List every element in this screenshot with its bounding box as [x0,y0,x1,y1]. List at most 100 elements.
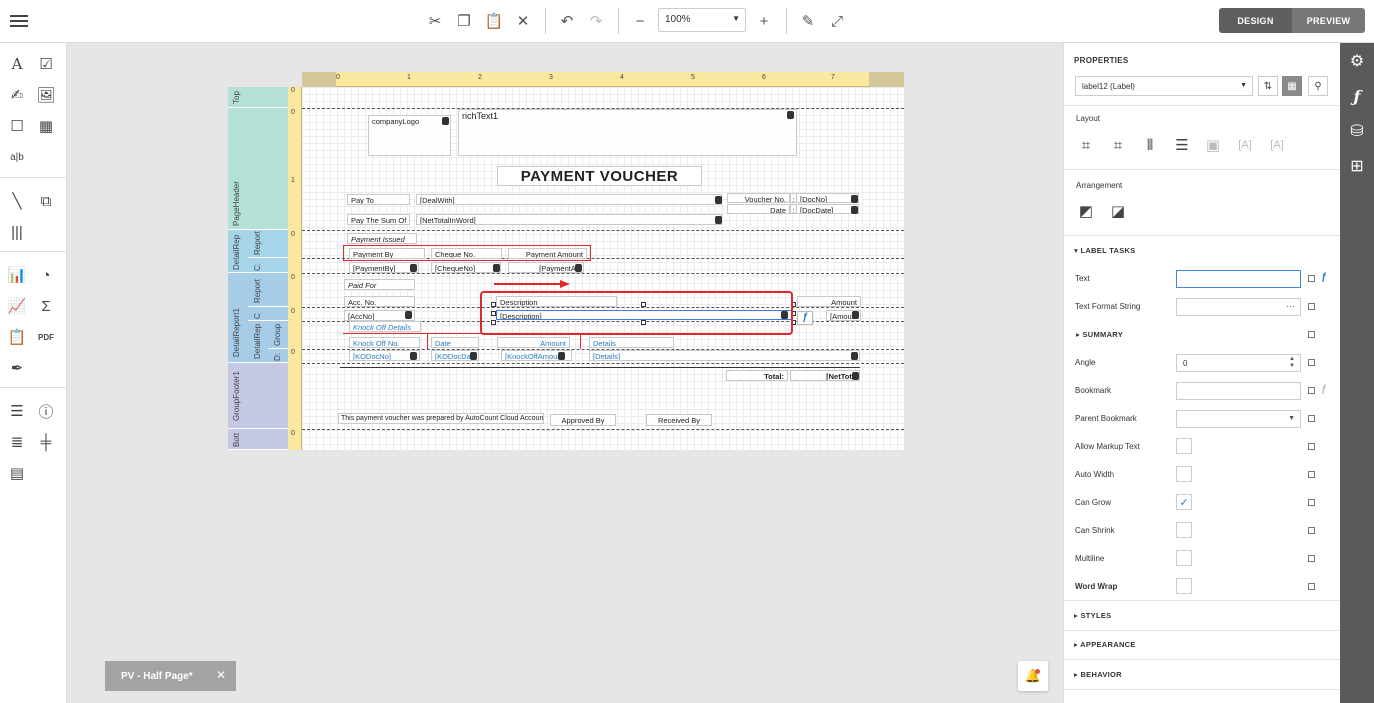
property-marker[interactable] [1308,499,1315,506]
property-marker[interactable] [1308,303,1315,310]
copy-icon[interactable]: ❐ [452,10,476,32]
pay-sum-label[interactable]: Pay The Sum Of [347,214,410,225]
band-top-margin[interactable]: Top [228,87,288,108]
acc-no-header[interactable]: Acc. No. [344,296,415,307]
doc-date-field[interactable]: [DocDate] [796,204,859,214]
expression-fx-icon[interactable]: ƒ [1321,384,1327,395]
voucher-no-label[interactable]: Voucher No. [727,193,790,203]
parent-bookmark-select[interactable]: ▼ [1176,410,1301,428]
cross-band-line-tool-icon[interactable]: ╪ [35,431,57,453]
ko-date-header[interactable]: Date [431,337,479,348]
band-detail-report-nested[interactable]: DetailRep [248,321,268,363]
cheque-no-field[interactable]: [ChequeNo] [431,262,501,273]
label-tasks-group[interactable]: ▾ LABEL TASKS [1074,246,1136,255]
page-info-tool-icon[interactable]: ☰ [6,400,28,422]
label-tool-icon[interactable]: A [6,53,28,75]
bring-to-front-icon[interactable]: ◩ [1075,200,1097,222]
received-by-label[interactable]: Received By [646,414,712,426]
table-of-contents-tool-icon[interactable]: 📋 [6,326,28,348]
rich-text-tool-icon[interactable]: ✍ [6,84,28,106]
center-vertically-icon[interactable]: ☰ [1171,134,1193,156]
property-marker[interactable] [1308,527,1315,534]
shape-tool-icon[interactable]: ⧉ [35,190,57,212]
chart-tool-icon[interactable]: 📊 [6,264,28,286]
zoom-select[interactable]: 100% ▼ [658,8,746,32]
property-marker[interactable] [1308,415,1315,422]
sparkline-tool-icon[interactable]: 📈 [6,295,28,317]
payment-by-field[interactable]: [PaymentBy] [349,262,419,273]
cross-band-box-tool-icon[interactable]: ▤ [6,462,28,484]
ko-amount-header[interactable]: Amount [497,337,570,348]
ko-details-field[interactable]: [Details] [589,350,860,361]
band-group-header[interactable]: Group [268,321,288,349]
band-page-header[interactable]: PageHeader [228,108,288,230]
band-group-footer[interactable]: GroupFooter1 [228,363,288,429]
summary-tool-icon[interactable]: Σ [35,295,57,317]
pdf-content-tool-icon[interactable]: PDF [35,326,57,348]
table-tool-icon[interactable]: ▦ [35,115,57,137]
payment-amount-header[interactable]: Payment Amount [508,248,587,259]
validate-bindings-icon[interactable]: ✎ [796,10,820,32]
bookmark-input[interactable] [1176,382,1301,400]
payment-voucher-title[interactable]: PAYMENT VOUCHER [497,166,702,186]
company-logo-picture[interactable]: companyLogo [368,115,451,156]
align-to-grid-icon[interactable]: ⌗ [1075,134,1097,156]
doc-no-field[interactable]: [DocNo] [796,193,859,203]
checkbox-tool-icon[interactable]: ☑ [35,53,57,75]
field-list-tab-database-icon[interactable]: ⛁ [1340,114,1374,148]
appearance-group[interactable]: ▸ APPEARANCE [1074,640,1136,649]
delete-icon[interactable]: ✕ [511,10,535,32]
rich-text-control[interactable]: richText1 [458,109,797,156]
multiline-checkbox[interactable] [1176,550,1192,566]
cut-icon[interactable]: ✂ [423,10,447,32]
footer-note[interactable]: This payment voucher was prepared by Aut… [338,413,544,424]
properties-tab-gear-icon[interactable]: ⚙ [1340,44,1374,78]
line-tool-icon[interactable]: ╲ [6,190,28,212]
allow-markup-checkbox[interactable] [1176,438,1192,454]
approved-by-label[interactable]: Approved By [550,414,616,426]
component-select[interactable]: label12 (Label) ▼ [1075,76,1253,96]
picture-box-tool-icon[interactable]: 🖼 [35,84,57,106]
band-report-header-2[interactable]: Report [248,273,288,307]
zoom-out-icon[interactable]: − [628,10,652,32]
property-marker[interactable] [1308,443,1315,450]
undo-icon[interactable]: ↶ [555,10,579,32]
search-icon[interactable]: ⚲ [1308,76,1328,96]
payment-amount-field[interactable]: [PaymentAn [508,262,584,273]
preview-mode-button[interactable]: PREVIEW [1292,8,1365,33]
text-format-input[interactable]: ··· [1176,298,1301,316]
fit-text-icon[interactable]: [A] [1234,134,1256,156]
categorized-view-icon[interactable]: ▦ [1282,76,1302,96]
date-label[interactable]: Date [727,204,790,214]
page-break-tool-icon[interactable]: ≣ [6,431,28,453]
gauge-tool-icon[interactable]: ◔ [35,264,57,286]
auto-width-checkbox[interactable] [1176,466,1192,482]
expressions-tab-fx-icon[interactable]: ƒ [1340,79,1374,113]
sort-alphabetically-icon[interactable]: ⇅ [1258,76,1278,96]
expression-fx-icon[interactable]: ƒ [1321,272,1327,283]
pay-to-label[interactable]: Pay To [347,194,410,205]
behavior-group[interactable]: ▸ BEHAVIOR [1074,670,1122,679]
zoom-in-icon[interactable]: + [752,10,776,32]
knock-off-details-label[interactable]: Knock Off Details [349,321,421,332]
property-marker[interactable] [1308,387,1315,394]
cheque-no-header[interactable]: Cheque No. [431,248,502,259]
fit-bounds-icon[interactable]: ▣ [1202,134,1224,156]
notification-bell-icon[interactable]: 🔔 [1018,661,1048,691]
amount-header[interactable]: Amount [797,296,861,307]
signature-tool-icon[interactable]: ✒ [6,357,28,379]
spin-arrows-icon[interactable]: ▲ ▼ [1289,356,1295,370]
design-mode-button[interactable]: DESIGN [1219,8,1292,33]
size-to-grid-icon[interactable]: ⌗ [1107,134,1129,156]
angle-spin-input[interactable]: 0 ▲ ▼ [1176,354,1301,372]
net-total-field[interactable]: [NetTota [790,370,860,381]
paid-for-label[interactable]: Paid For [344,279,415,290]
sub-report-tool-icon[interactable]: ⓘ [35,400,57,422]
band-child[interactable]: C: [248,258,288,273]
send-to-back-icon[interactable]: ◪ [1107,200,1129,222]
report-tab[interactable]: PV - Half Page* ✕ [105,661,236,691]
net-total-in-word-field[interactable]: [NetTotalInWord] [416,214,722,225]
hamburger-menu-icon[interactable] [10,12,28,30]
band-report-header[interactable]: Report [248,230,288,258]
property-marker[interactable] [1308,359,1315,366]
